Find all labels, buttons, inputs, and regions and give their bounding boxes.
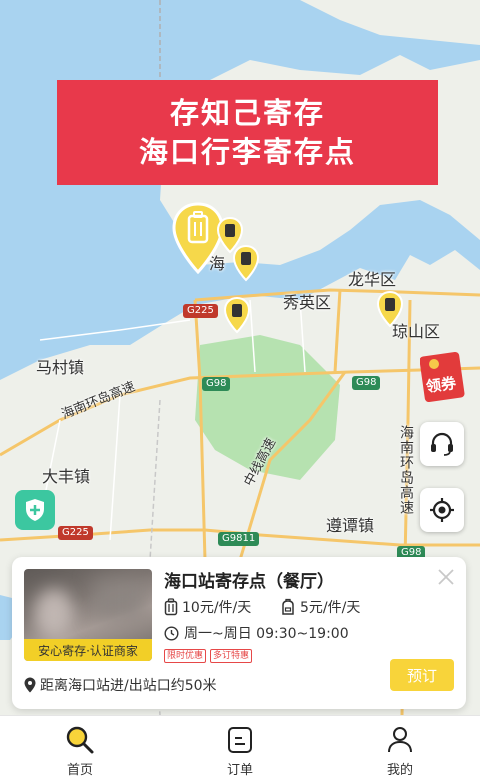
price-small-text: 5元/件/天 — [300, 600, 361, 616]
road-shield-g98: G98 — [202, 377, 231, 391]
store-name: 海口站寄存点（餐厅） — [164, 572, 334, 592]
order-icon — [228, 727, 252, 753]
backpack-icon — [282, 598, 294, 615]
map-label-ring-expressway-e: 海南环岛高速 — [398, 425, 414, 515]
promo-banner: 存知己寄存 海口行李寄存点 — [57, 80, 438, 185]
suitcase-icon — [164, 598, 178, 616]
map-label-xiuying: 秀英区 — [283, 293, 332, 312]
search-icon — [66, 726, 94, 754]
close-icon[interactable] — [436, 567, 456, 587]
tab-home[interactable]: 首页 — [0, 716, 160, 782]
tab-orders[interactable]: 订单 — [160, 716, 320, 782]
tab-profile-label: 我的 — [386, 763, 413, 778]
distance-text: 距离海口站进/出站口约50米 — [40, 678, 217, 694]
clock-icon — [164, 625, 179, 641]
coupon-label: 领券 — [424, 373, 458, 396]
price-small-luggage: 5元/件/天 — [280, 597, 360, 617]
road-shield-g225: G225 — [183, 304, 218, 318]
tab-orders-label: 订单 — [226, 763, 253, 778]
road-shield-g98: G98 — [352, 376, 381, 390]
hours-text: 周一~周日 09:30~19:00 — [184, 626, 349, 642]
location-pin-icon — [24, 677, 36, 693]
bottom-tab-bar: 首页 订单 我的 — [0, 715, 480, 782]
map-label-dafeng: 大丰镇 — [42, 467, 91, 486]
distance-info: 距离海口站进/出站口约50米 — [24, 675, 217, 695]
business-hours: 周一~周日 09:30~19:00 — [164, 623, 349, 643]
road-shield-g9811: G9811 — [218, 532, 260, 546]
storage-pin[interactable] — [223, 296, 251, 334]
locate-icon — [430, 498, 454, 522]
map-label-longhua: 龙华区 — [348, 270, 397, 289]
locate-button[interactable] — [420, 488, 464, 532]
book-button[interactable]: 预订 — [390, 659, 454, 691]
storage-pin[interactable] — [376, 290, 404, 328]
map-label-zuntan: 遵谭镇 — [326, 516, 375, 535]
banner-title: 存知己寄存 — [169, 95, 325, 130]
price-large-luggage: 10元/件/天 — [164, 597, 251, 617]
promo-tags: 限时优惠 多订特惠 — [164, 649, 253, 663]
coupon-button[interactable]: 领券 — [419, 350, 468, 403]
promo-tag: 限时优惠 — [164, 649, 207, 663]
customer-service-button[interactable] — [420, 422, 464, 466]
storage-pin[interactable] — [232, 244, 260, 282]
promo-tag: 多订特惠 — [210, 649, 253, 663]
tab-profile[interactable]: 我的 — [320, 716, 480, 782]
certified-badge: 安心寄存·认证商家 — [24, 639, 152, 661]
shield-plus-icon — [26, 499, 44, 521]
tab-home-label: 首页 — [66, 763, 93, 778]
map-label-macun: 马村镇 — [36, 358, 85, 377]
road-shield-g225: G225 — [58, 526, 93, 540]
price-large-text: 10元/件/天 — [182, 600, 252, 616]
safety-shield-button[interactable] — [15, 490, 55, 530]
headset-icon — [431, 432, 453, 456]
store-card[interactable]: 安心寄存·认证商家 海口站寄存点（餐厅） 10元/件/天 5元/件/天 周一~周… — [12, 557, 466, 709]
user-icon — [388, 727, 412, 753]
banner-subtitle: 海口行李寄存点 — [138, 134, 356, 169]
